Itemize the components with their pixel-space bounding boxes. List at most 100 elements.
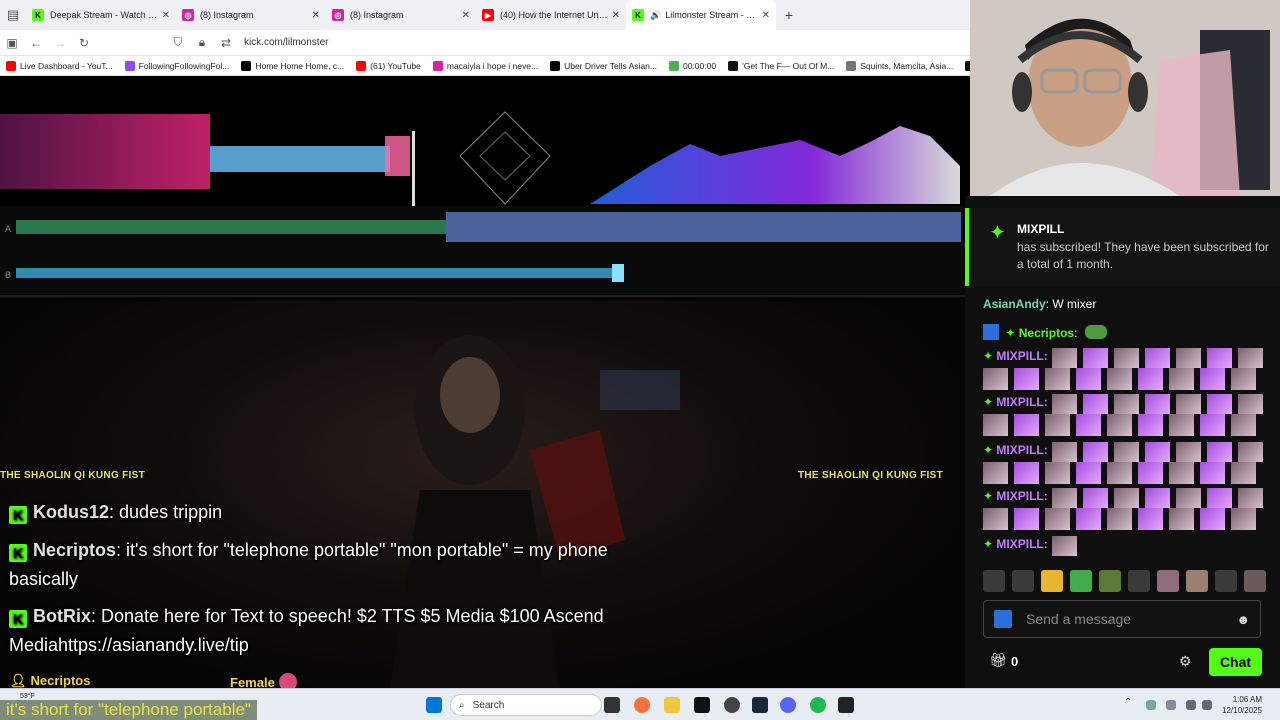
bookmark-item[interactable]: Squints, Mamcita, Asia... (846, 60, 953, 71)
close-icon[interactable]: ✕ (462, 10, 470, 21)
chevron-up-icon[interactable]: ⌃ (1124, 697, 1140, 713)
emoji-icon[interactable]: ☻ (1236, 612, 1250, 627)
gear-icon[interactable]: ⚙ (1179, 653, 1192, 670)
weather-widget[interactable]: 53°F (20, 693, 35, 700)
chat-username[interactable]: MIXPILL (996, 537, 1043, 551)
chat-username[interactable]: MIXPILL (996, 395, 1043, 409)
subscriber-name[interactable]: MIXPILL (1017, 222, 1064, 236)
bookmark-favicon-icon (356, 60, 367, 71)
steam-icon[interactable] (752, 697, 768, 713)
stream-video[interactable]: A B THE SHAOLIN QI KUNG FIST THE SHAOLIN… (0, 76, 965, 688)
bookmark-favicon-icon (668, 60, 679, 71)
emote-icon[interactable] (1244, 570, 1266, 592)
emote-icon (1169, 414, 1194, 436)
volume-icon[interactable] (1202, 700, 1212, 710)
permissions-icon[interactable]: ⇄ (214, 36, 238, 50)
emote-icon[interactable] (1041, 570, 1063, 592)
tab-instagram-1[interactable]: ◎ (8) Instagram ✕ (176, 0, 326, 30)
windows-start-icon[interactable] (426, 697, 442, 713)
obs-icon[interactable] (724, 697, 740, 713)
emote-icon (1231, 368, 1256, 390)
speaker-icon[interactable]: 🔊 (650, 10, 661, 21)
emote-icon[interactable] (1186, 570, 1208, 592)
close-icon[interactable]: ✕ (762, 10, 770, 21)
task-view-icon[interactable] (604, 697, 620, 713)
network-icon[interactable] (1186, 700, 1196, 710)
emote-icon (1107, 462, 1132, 484)
overlay-chat-user: Kodus12 (33, 502, 110, 522)
microphone-icon[interactable] (1166, 700, 1176, 710)
waveform-graphic: A B (0, 212, 965, 297)
discord-icon[interactable] (780, 697, 796, 713)
system-clock[interactable]: 1:06 AM 12/10/2025 (1222, 694, 1262, 716)
close-icon[interactable]: ✕ (312, 10, 320, 21)
chat-username[interactable]: MIXPILL (996, 349, 1043, 363)
overlay-chat-message: K Kodus12: dudes trippin (9, 498, 649, 527)
chat-send-button[interactable]: Chat (1209, 648, 1262, 676)
close-icon[interactable]: ✕ (162, 10, 170, 21)
shield-icon[interactable]: ⛉ (166, 35, 190, 50)
emote-icon (1014, 508, 1039, 530)
chat-badge-icon (994, 610, 1012, 628)
close-icon[interactable]: ✕ (612, 10, 620, 21)
emote-icon[interactable] (1070, 570, 1092, 592)
url-bar[interactable]: kick.com/lilmonster (244, 37, 328, 48)
emote-icon[interactable] (983, 570, 1005, 592)
emote-icon (1045, 508, 1070, 530)
tab-youtube[interactable]: ▶ (40) How the Internet Unmaske ✕ (476, 0, 626, 30)
chat-username[interactable]: MIXPILL (996, 489, 1043, 503)
tab-list-icon[interactable]: ▤ (0, 0, 26, 30)
forward-icon[interactable]: → (48, 36, 72, 50)
bookmark-item[interactable]: FollowingFollowingFol... (124, 60, 229, 71)
emote-icon (1051, 488, 1077, 508)
emote-icon (1113, 394, 1139, 414)
app-icon[interactable] (838, 697, 854, 713)
bookmark-item[interactable]: macaiyla i hope i neve... (432, 60, 538, 71)
chat-username[interactable]: MIXPILL (996, 443, 1043, 457)
chat-username[interactable]: AsianAndy (983, 297, 1046, 311)
bookmark-item[interactable]: Live Dashboard - YouT... (6, 60, 113, 71)
reload-icon[interactable]: ↻ (72, 36, 96, 50)
bookmark-item[interactable]: Home Home Home, c... (241, 60, 345, 71)
overlay-chat-message: K BotRix: Donate here for Text to speech!… (9, 602, 649, 660)
emote-icon (1169, 462, 1194, 484)
emote-icon[interactable] (1099, 570, 1121, 592)
firefox-icon[interactable] (634, 697, 650, 713)
tab-instagram-2[interactable]: ◎ (8) Instagram ✕ (326, 0, 476, 30)
bookmark-item[interactable]: (61) YouTube (356, 60, 421, 71)
tab-deepak[interactable]: K Deepak Stream - Watch Live on ✕ (26, 0, 176, 30)
emote-icon[interactable] (1215, 570, 1237, 592)
bookmark-label: Live Dashboard - YouT... (20, 60, 113, 71)
bookmark-item[interactable]: 00:00:00 (668, 60, 716, 71)
chat-input-placeholder: Send a message (1026, 611, 1132, 627)
emote-icon (1076, 508, 1101, 530)
emote-icon[interactable] (1157, 570, 1179, 592)
bookmark-item[interactable]: Uber Driver Tells Asian... (550, 60, 657, 71)
gift-icon[interactable]: 🎁︎ (989, 652, 1007, 669)
tray-icon[interactable] (1146, 700, 1156, 710)
back-icon[interactable]: ← (24, 36, 48, 50)
emote-icon[interactable] (1012, 570, 1034, 592)
tab-lilmonster[interactable]: K 🔊 Lilmonster Stream - Watch ✕ (626, 0, 776, 30)
chat-input[interactable]: Send a message ☻ (983, 600, 1261, 638)
emote-icon (1169, 368, 1194, 390)
emote-icon (1113, 348, 1139, 368)
taskbar-search[interactable]: ⌕ Search (450, 694, 602, 716)
spotify-icon[interactable] (810, 697, 826, 713)
emote-icon[interactable] (1128, 570, 1150, 592)
emote-suggestions[interactable] (983, 570, 1273, 592)
bookmark-favicon-icon (846, 60, 857, 71)
new-tab-button[interactable]: + (776, 7, 802, 23)
emote-icon (1076, 462, 1101, 484)
bookmark-label: Home Home Home, c... (255, 60, 345, 71)
tab-title: Deepak Stream - Watch Live on (50, 10, 158, 20)
x-app-icon[interactable] (694, 697, 710, 713)
file-explorer-icon[interactable] (664, 697, 680, 713)
chat-message: ✦ MIXPILL: (983, 536, 1083, 560)
tab-title: (40) How the Internet Unmaske (500, 10, 608, 20)
bookmark-item[interactable]: 'Get The F— Out Of M... (728, 60, 834, 71)
svg-text:A: A (5, 224, 11, 234)
lock-icon[interactable]: 🔒︎ (190, 35, 214, 50)
chat-username[interactable]: Necriptos (1019, 326, 1074, 340)
sidebar-icon[interactable]: ▣ (0, 36, 24, 50)
